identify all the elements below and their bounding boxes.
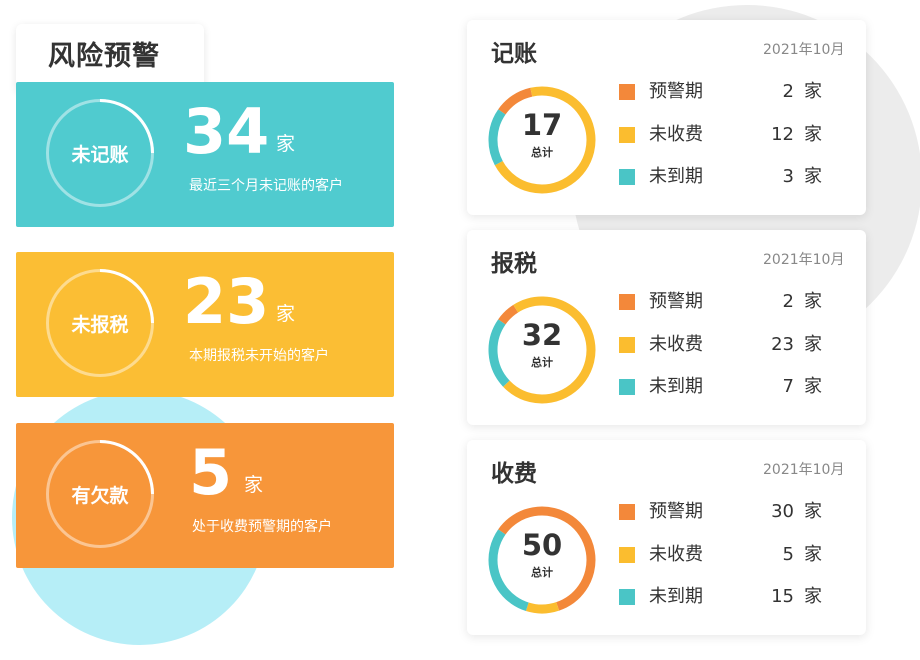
stat-card-tax[interactable]: 报税 2021年10月 32 总计 预警期 2 家 未收费 23 家 未到期 7… bbox=[467, 230, 866, 425]
legend-unit: 家 bbox=[804, 81, 822, 102]
legend-swatch bbox=[619, 337, 635, 353]
legend-label: 未收费 bbox=[649, 334, 703, 355]
legend-label: 未到期 bbox=[649, 586, 703, 607]
legend-count: 2 bbox=[782, 81, 794, 102]
card-title: 报税 bbox=[491, 251, 537, 277]
risk-warning-tab: 风险预警 bbox=[16, 24, 204, 90]
legend-label: 未到期 bbox=[649, 376, 703, 397]
legend-count: 12 bbox=[771, 124, 794, 145]
card-title: 记账 bbox=[491, 41, 537, 67]
legend-unit: 家 bbox=[804, 586, 822, 607]
risk-card-unbooked[interactable]: 未记账 34 家 最近三个月未记账的客户 bbox=[16, 82, 394, 227]
legend-unit: 家 bbox=[804, 376, 822, 397]
legend-count: 7 bbox=[782, 376, 794, 397]
risk-card-untaxed[interactable]: 未报税 23 家 本期报税未开始的客户 bbox=[16, 252, 394, 397]
risk-card-unit: 家 bbox=[276, 303, 296, 325]
card-date: 2021年10月 bbox=[763, 252, 845, 268]
legend-item-not-due: 未到期 3 家 bbox=[619, 165, 834, 189]
card-date: 2021年10月 bbox=[763, 42, 845, 58]
legend-count: 30 bbox=[771, 501, 794, 522]
legend-unit: 家 bbox=[804, 291, 822, 312]
stat-card-bookkeeping[interactable]: 记账 2021年10月 17 总计 预警期 2 家 未收费 12 家 未到期 3… bbox=[467, 20, 866, 215]
risk-ring: 有欠款 bbox=[46, 440, 154, 548]
donut-total: 50 bbox=[521, 528, 563, 562]
legend-swatch bbox=[619, 84, 635, 100]
donut-total-label: 总计 bbox=[531, 356, 553, 369]
risk-card-arrears[interactable]: 有欠款 5 家 处于收费预警期的客户 bbox=[16, 423, 394, 568]
donut-total-label: 总计 bbox=[531, 566, 553, 579]
risk-card-unit: 家 bbox=[244, 474, 264, 496]
donut-total: 17 bbox=[521, 108, 563, 142]
card-title: 收费 bbox=[491, 461, 537, 487]
legend-unit: 家 bbox=[804, 334, 822, 355]
legend-label: 预警期 bbox=[649, 81, 703, 102]
ring-progress-arc bbox=[99, 269, 154, 324]
donut-total-label: 总计 bbox=[531, 146, 553, 159]
legend-swatch bbox=[619, 589, 635, 605]
legend-unit: 家 bbox=[804, 166, 822, 187]
legend-item-unpaid: 未收费 23 家 bbox=[619, 333, 834, 357]
legend-label: 未到期 bbox=[649, 166, 703, 187]
legend-label: 预警期 bbox=[649, 291, 703, 312]
stat-card-fees[interactable]: 收费 2021年10月 50 总计 预警期 30 家 未收费 5 家 未到期 1… bbox=[467, 440, 866, 635]
legend-count: 15 bbox=[771, 586, 794, 607]
legend-item-unpaid: 未收费 5 家 bbox=[619, 543, 834, 567]
legend-item-not-due: 未到期 7 家 bbox=[619, 375, 834, 399]
risk-card-desc: 最近三个月未记账的客户 bbox=[189, 178, 343, 194]
legend-item-unpaid: 未收费 12 家 bbox=[619, 123, 834, 147]
risk-ring: 未报税 bbox=[46, 269, 154, 377]
legend-swatch bbox=[619, 127, 635, 143]
legend-unit: 家 bbox=[804, 124, 822, 145]
risk-card-desc: 本期报税未开始的客户 bbox=[189, 348, 329, 364]
donut-total: 32 bbox=[521, 318, 563, 352]
legend-unit: 家 bbox=[804, 501, 822, 522]
risk-card-desc: 处于收费预警期的客户 bbox=[192, 519, 332, 535]
legend-label: 未收费 bbox=[649, 124, 703, 145]
legend-swatch bbox=[619, 294, 635, 310]
legend-label: 未收费 bbox=[649, 544, 703, 565]
ring-progress-arc bbox=[99, 99, 154, 154]
risk-card-unit: 家 bbox=[276, 133, 296, 155]
legend-count: 3 bbox=[782, 166, 794, 187]
legend-item-warning: 预警期 2 家 bbox=[619, 80, 834, 104]
risk-card-count: 5 bbox=[189, 436, 233, 509]
legend-count: 5 bbox=[782, 544, 794, 565]
card-date: 2021年10月 bbox=[763, 462, 845, 478]
page-title: 风险预警 bbox=[48, 41, 160, 72]
ring-progress-arc bbox=[99, 440, 154, 495]
legend-item-warning: 预警期 30 家 bbox=[619, 500, 834, 524]
legend-item-warning: 预警期 2 家 bbox=[619, 290, 834, 314]
risk-card-count: 34 bbox=[183, 95, 270, 168]
risk-card-count: 23 bbox=[183, 265, 270, 338]
legend-label: 预警期 bbox=[649, 501, 703, 522]
legend-count: 2 bbox=[782, 291, 794, 312]
legend-swatch bbox=[619, 547, 635, 563]
legend-swatch bbox=[619, 379, 635, 395]
legend-swatch bbox=[619, 169, 635, 185]
legend-item-not-due: 未到期 15 家 bbox=[619, 585, 834, 609]
legend-unit: 家 bbox=[804, 544, 822, 565]
risk-ring: 未记账 bbox=[46, 99, 154, 207]
legend-count: 23 bbox=[771, 334, 794, 355]
legend-swatch bbox=[619, 504, 635, 520]
